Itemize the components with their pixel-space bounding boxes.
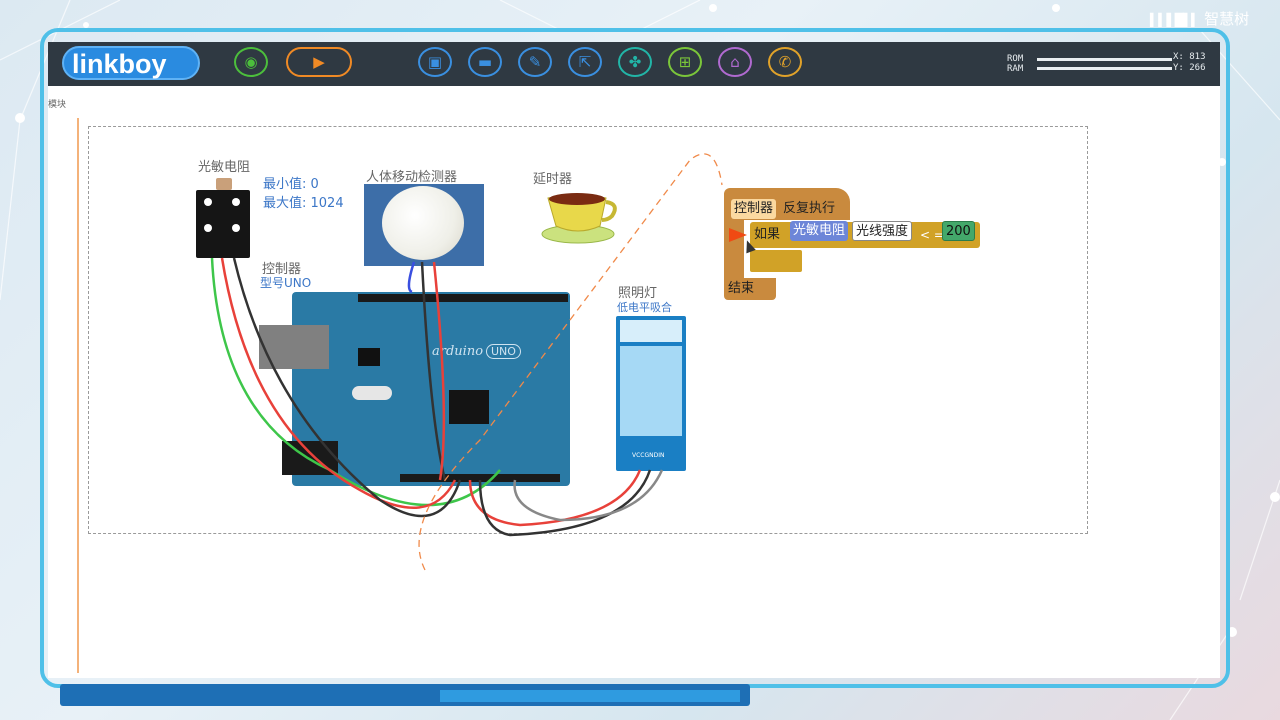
connector-dashed-curve (418, 153, 723, 571)
sensor-block[interactable]: 光敏电阻 (790, 221, 849, 241)
end-label: 结束 (728, 281, 755, 296)
property-block[interactable]: 光线强度 (852, 221, 913, 241)
end-block[interactable]: 结束 (724, 278, 776, 300)
wire-black (232, 257, 462, 518)
if-label: 如果 (754, 227, 781, 242)
execution-pointer-icon (729, 228, 747, 242)
wire-relay-red (468, 469, 642, 527)
wire-layer (210, 153, 723, 571)
wire-red (220, 257, 457, 509)
if-body-slot[interactable] (750, 250, 802, 272)
loop-controller-label: 控制器 (731, 199, 777, 219)
wire-pir-blue (407, 261, 416, 294)
wire-green (210, 257, 501, 507)
wire-relay-black (478, 469, 652, 537)
loop-label: 反复执行 (783, 201, 836, 216)
value-block[interactable]: 200 (942, 221, 975, 241)
